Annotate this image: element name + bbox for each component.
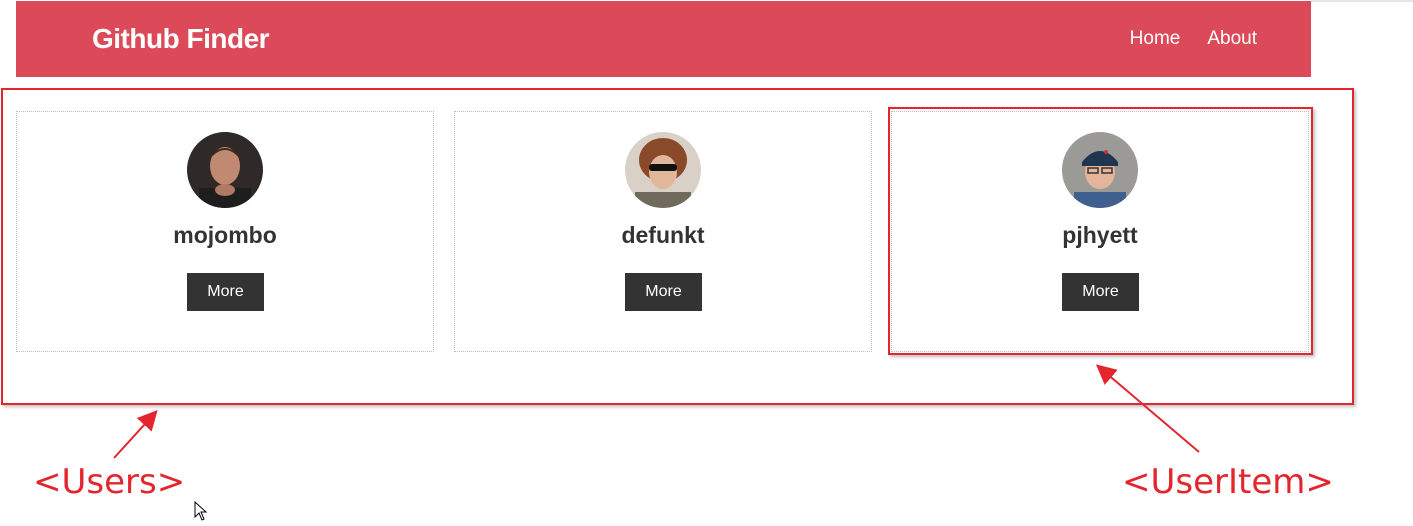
users-annotation-label: <Users> (33, 462, 186, 502)
nav-links: Home About (1130, 28, 1257, 50)
useritem-annotation-box (888, 107, 1313, 355)
nav-link-home[interactable]: Home (1130, 28, 1181, 50)
mouse-cursor-icon (194, 500, 208, 526)
brand-title: Github Finder (92, 23, 270, 54)
users-arrow (113, 410, 158, 459)
top-divider-line (1311, 0, 1413, 2)
navbar: Github Finder Home About (16, 1, 1311, 77)
nav-link-about[interactable]: About (1207, 28, 1257, 50)
useritem-annotation-label: <UserItem> (1122, 462, 1334, 502)
